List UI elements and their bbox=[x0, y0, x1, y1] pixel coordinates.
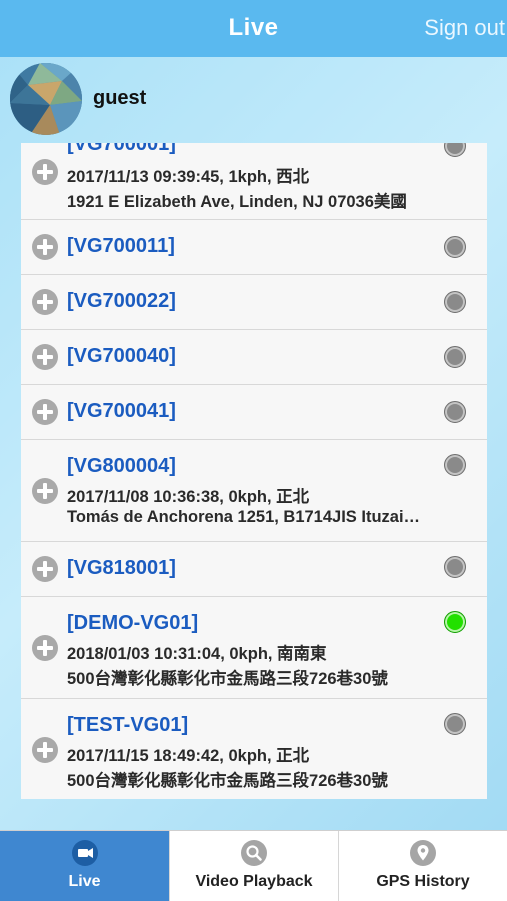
device-name: [TEST-VG01] bbox=[67, 714, 189, 736]
device-name: [DEMO-VG01] bbox=[67, 612, 199, 634]
status-indicator-icon bbox=[444, 556, 466, 578]
expand-plus-icon[interactable] bbox=[32, 234, 58, 260]
device-row[interactable]: [TEST-VG01] 2017/11/15 18:49:42, 0kph, 正… bbox=[21, 699, 487, 799]
avatar-image bbox=[10, 63, 82, 135]
video-camera-icon bbox=[71, 840, 98, 866]
tab-gps-history[interactable]: GPS History bbox=[339, 831, 507, 901]
user-header: guest bbox=[0, 57, 507, 143]
device-status-line: 2017/11/13 09:39:45, 1kph, 西北 bbox=[67, 168, 310, 186]
tab-label: Live bbox=[68, 873, 101, 890]
avatar[interactable] bbox=[10, 63, 82, 135]
device-row[interactable]: [DEMO-VG01] 2018/01/03 10:31:04, 0kph, 南… bbox=[21, 597, 487, 699]
expand-plus-icon[interactable] bbox=[32, 399, 58, 425]
top-bar: Live Sign out bbox=[0, 0, 507, 57]
device-name: [VG818001] bbox=[67, 557, 176, 579]
status-indicator-icon bbox=[444, 236, 466, 258]
status-indicator-icon bbox=[444, 611, 466, 633]
expand-plus-icon[interactable] bbox=[32, 159, 58, 185]
bottom-tab-bar: Live Video Playback GPS History bbox=[0, 830, 507, 901]
map-pin-icon bbox=[410, 840, 436, 866]
device-address: Tomás de Anchorena 1251, B1714JIS Ituzai… bbox=[67, 508, 421, 526]
expand-plus-icon[interactable] bbox=[32, 635, 58, 661]
tab-label: Video Playback bbox=[195, 873, 313, 890]
device-row[interactable]: [VG818001] bbox=[21, 542, 487, 597]
device-row[interactable]: [VG800004] 2017/11/08 10:36:38, 0kph, 正北… bbox=[21, 440, 487, 542]
device-status-line: 2017/11/08 10:36:38, 0kph, 正北 bbox=[67, 488, 310, 506]
device-name: [VG700022] bbox=[67, 290, 176, 312]
status-indicator-icon bbox=[444, 143, 466, 157]
expand-plus-icon[interactable] bbox=[32, 556, 58, 582]
device-row[interactable]: [VG700041] bbox=[21, 385, 487, 440]
device-address: 500台灣彰化縣彰化市金馬路三段726巷30號 bbox=[67, 670, 388, 688]
device-row[interactable]: [VG700001] 2017/11/13 09:39:45, 1kph, 西北… bbox=[21, 143, 487, 220]
expand-plus-icon[interactable] bbox=[32, 478, 58, 504]
expand-plus-icon[interactable] bbox=[32, 737, 58, 763]
tab-label: GPS History bbox=[376, 873, 470, 890]
status-indicator-icon bbox=[444, 346, 466, 368]
device-list[interactable]: [VG700001] 2017/11/13 09:39:45, 1kph, 西北… bbox=[21, 143, 487, 799]
device-row[interactable]: [VG700040] bbox=[21, 330, 487, 385]
device-address: 500台灣彰化縣彰化市金馬路三段726巷30號 bbox=[67, 772, 388, 790]
device-row[interactable]: [VG700011] bbox=[21, 220, 487, 275]
tab-live[interactable]: Live bbox=[0, 831, 170, 901]
expand-plus-icon[interactable] bbox=[32, 344, 58, 370]
expand-plus-icon[interactable] bbox=[32, 289, 58, 315]
status-indicator-icon bbox=[444, 713, 466, 735]
device-name: [VG700041] bbox=[67, 400, 176, 422]
device-name: [VG800004] bbox=[67, 455, 176, 477]
device-status-line: 2017/11/15 18:49:42, 0kph, 正北 bbox=[67, 747, 310, 765]
device-address: 1921 E Elizabeth Ave, Linden, NJ 07036美國 bbox=[67, 193, 407, 211]
device-row[interactable]: [VG700022] bbox=[21, 275, 487, 330]
status-indicator-icon bbox=[444, 454, 466, 476]
status-indicator-icon bbox=[444, 291, 466, 313]
status-indicator-icon bbox=[444, 401, 466, 423]
device-name: [VG700011] bbox=[67, 235, 175, 257]
device-status-line: 2018/01/03 10:31:04, 0kph, 南南東 bbox=[67, 645, 327, 663]
device-name: [VG700040] bbox=[67, 345, 176, 367]
sign-out-button[interactable]: Sign out bbox=[424, 15, 505, 41]
tab-video-playback[interactable]: Video Playback bbox=[170, 831, 339, 901]
magnifier-icon bbox=[241, 840, 267, 866]
device-name: [VG700001] bbox=[67, 143, 176, 155]
username: guest bbox=[93, 87, 147, 109]
